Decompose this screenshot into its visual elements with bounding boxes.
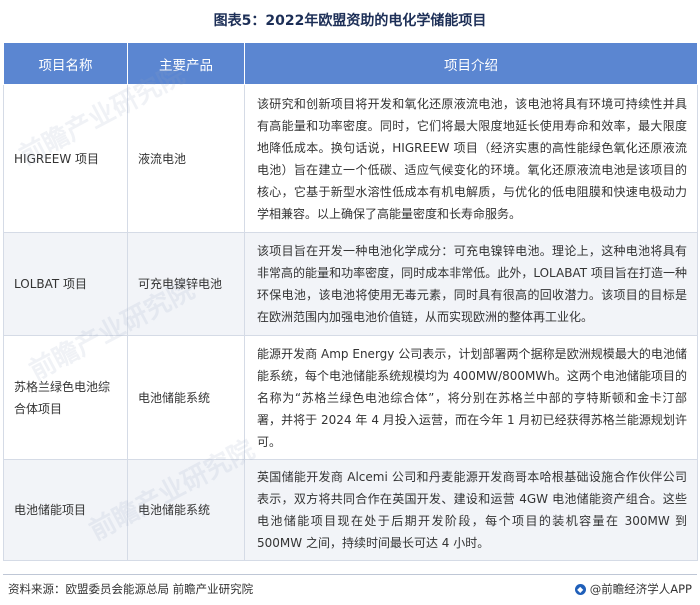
table-row: 苏格兰绿色电池综合体项目 电池储能系统 能源开发商 Amp Energy 公司表…	[3, 335, 698, 460]
table-row: HIGREEW 项目 液流电池 该研究和创新项目将开发和氧化还原液流电池，该电池…	[3, 84, 698, 233]
main-product-cell: 电池储能系统	[127, 459, 245, 561]
table-header-row: 项目名称 主要产品 项目介绍	[3, 42, 698, 85]
header-project-intro: 项目介绍	[244, 42, 698, 85]
table-row: 电池储能项目 电池储能系统 英国储能开发商 Alcemi 公司和丹麦能源开发商哥…	[3, 459, 698, 561]
header-project-name: 项目名称	[3, 42, 128, 85]
brand-label: @前瞻经济学人APP	[589, 582, 692, 596]
header-main-product: 主要产品	[127, 42, 245, 85]
main-product-cell: 可充电镍锌电池	[127, 232, 245, 336]
project-name-cell: LOLBAT 项目	[3, 232, 128, 336]
project-intro-cell: 该研究和创新项目将开发和氧化还原液流电池，该电池将具有环境可持续性并具有高能量和…	[244, 84, 698, 233]
chart-title: 图表5：2022年欧盟资助的电化学储能项目	[213, 13, 487, 29]
project-name-cell: 电池储能项目	[3, 459, 128, 561]
qianzhan-logo-icon: ◆	[574, 583, 586, 595]
brand-credit: ◆ @前瞻经济学人APP	[574, 581, 692, 597]
main-product-cell: 电池储能系统	[127, 335, 245, 460]
main-product-cell: 液流电池	[127, 84, 245, 233]
projects-table: 项目名称 主要产品 项目介绍 HIGREEW 项目 液流电池 该研究和创新项目将…	[3, 42, 698, 561]
project-intro-cell: 能源开发商 Amp Energy 公司表示，计划部署两个据称是欧洲规模最大的电池…	[244, 335, 698, 460]
project-intro-cell: 英国储能开发商 Alcemi 公司和丹麦能源开发商哥本哈根基础设施合作伙伴公司表…	[244, 459, 698, 561]
table-row: LOLBAT 项目 可充电镍锌电池 该项目旨在开发一种电池化学成分：可充电镍锌电…	[3, 232, 698, 336]
source-note: 资料来源：欧盟委员会能源总局 前瞻产业研究院	[8, 582, 254, 596]
footer-divider	[3, 574, 697, 575]
project-name-cell: HIGREEW 项目	[3, 84, 128, 233]
project-name-cell: 苏格兰绿色电池综合体项目	[3, 335, 128, 460]
project-intro-cell: 该项目旨在开发一种电池化学成分：可充电镍锌电池。理论上，这种电池将具有非常高的能…	[244, 232, 698, 336]
